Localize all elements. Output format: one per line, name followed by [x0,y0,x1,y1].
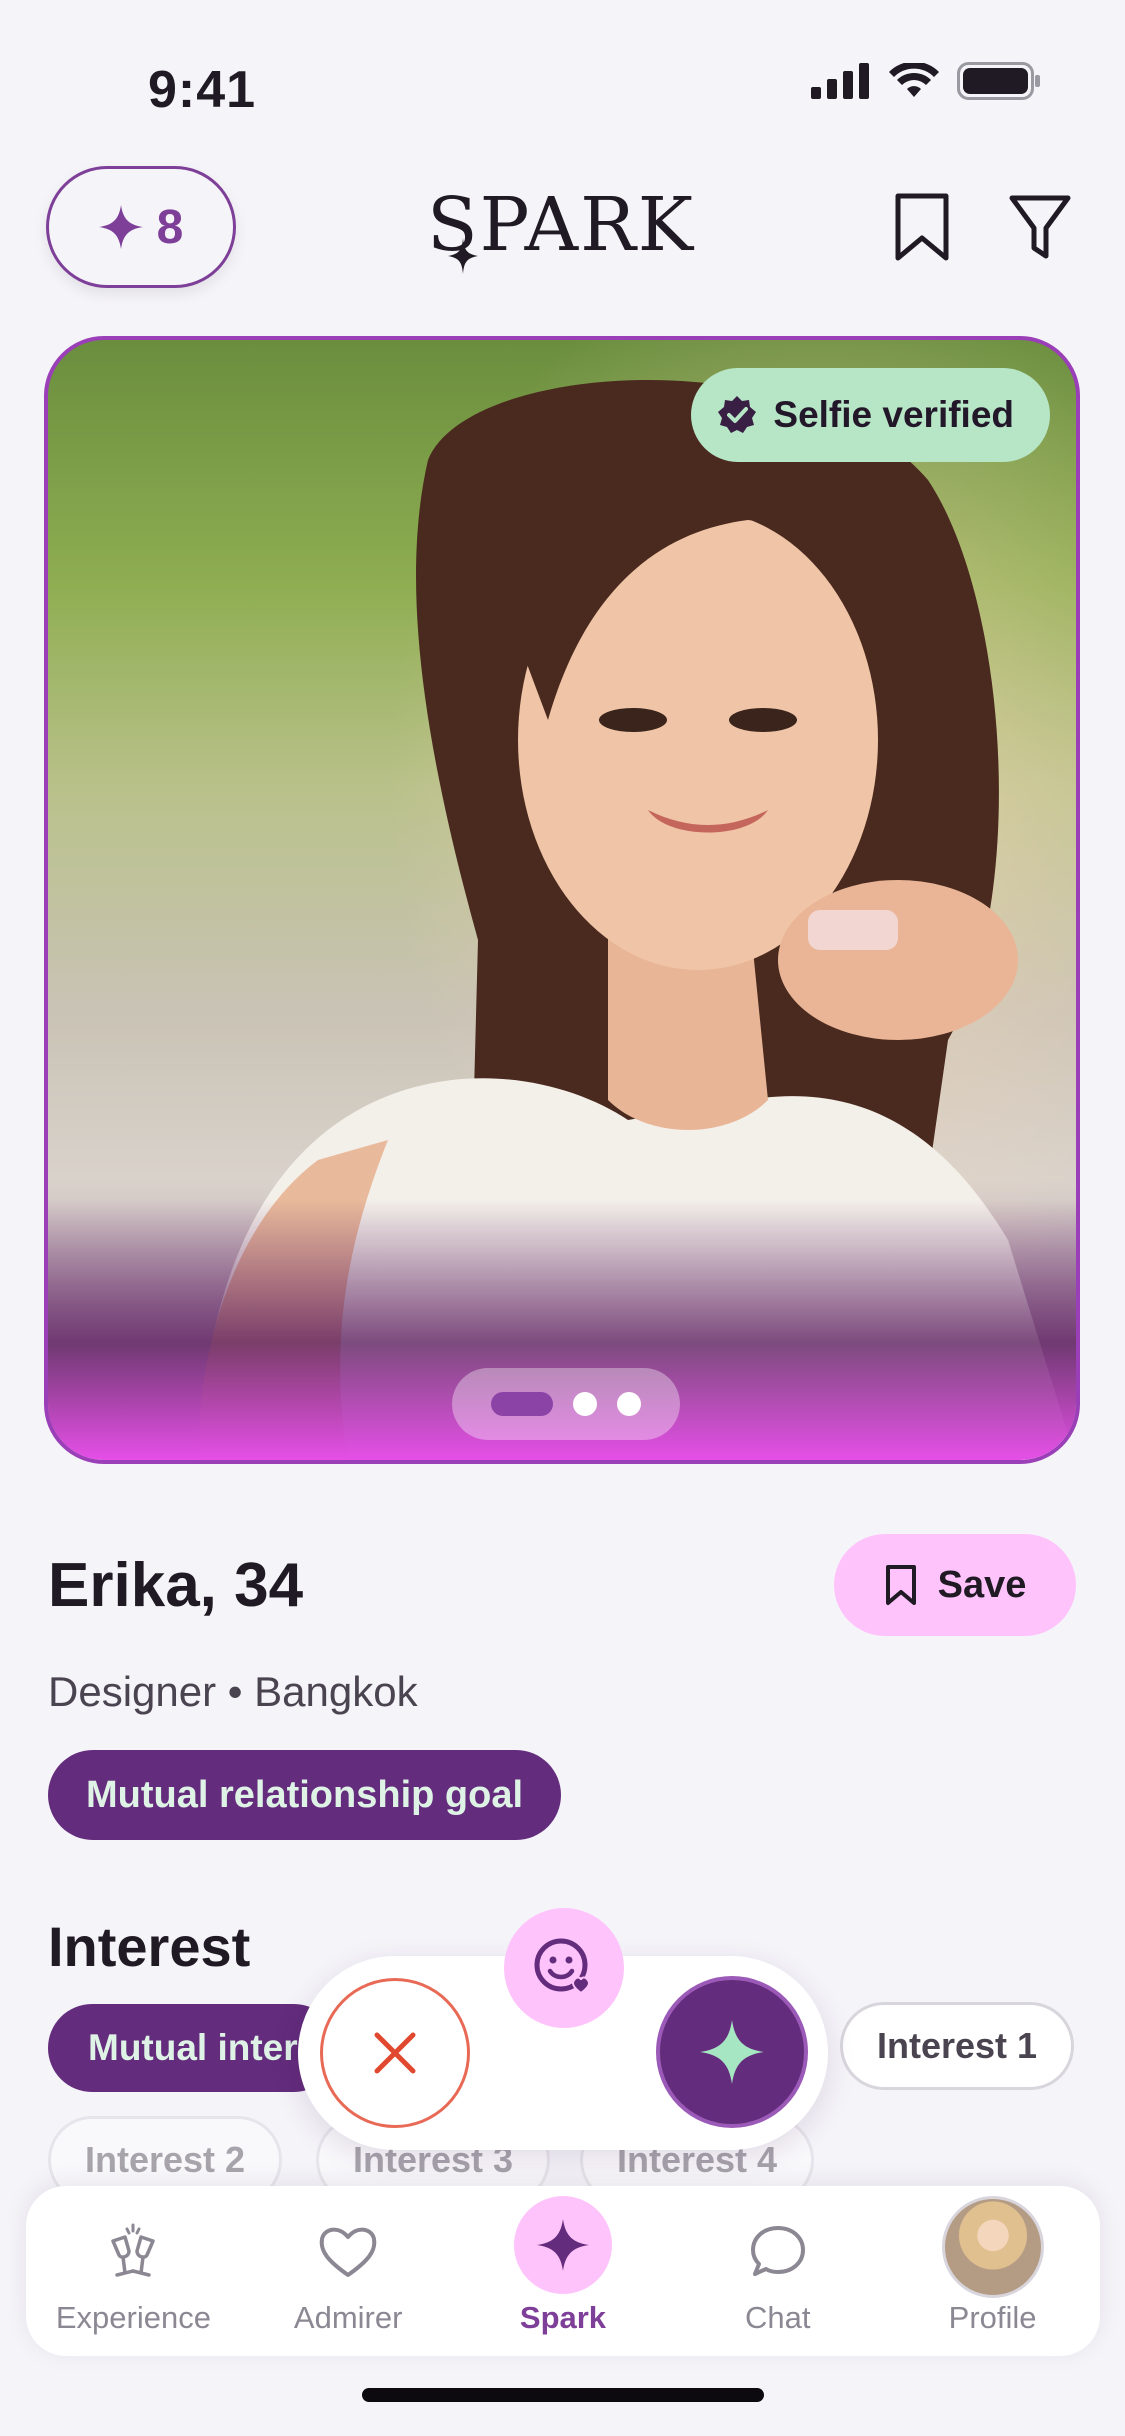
emoji-react-button[interactable] [504,1908,624,2028]
nav-label: Experience [55,2300,211,2335]
profile-photo-card[interactable]: Selfie verified [44,336,1080,1464]
selfie-verified-badge: Selfie verified [691,368,1050,462]
verified-badge-label: Selfie verified [773,394,1014,435]
nav-label: Spark [519,2300,607,2335]
save-button[interactable]: Save [834,1534,1076,1636]
occupation-location: Designer • Bangkok [48,1668,418,1715]
status-icons [811,62,1041,100]
nav-item-chat[interactable]: Chat [683,2186,873,2356]
photo-pager[interactable] [452,1368,680,1440]
nav-item-admirer[interactable]: Admirer [253,2186,443,2356]
wifi-icon [889,63,939,97]
spark-like-button[interactable] [656,1976,808,2128]
nav-label: Admirer [293,2300,403,2335]
nav-item-experience[interactable]: Experience [38,2186,228,2356]
chat-bubble-icon [743,2216,813,2286]
verified-badge-icon [718,396,757,433]
spark-count: 8 [156,200,184,254]
save-button-label: Save [937,1563,1027,1606]
bookmark-icon [885,1565,916,1605]
nav-label: Chat [745,2300,811,2335]
battery-icon [957,62,1040,100]
close-icon [374,2032,416,2074]
nav-label: Profile [948,2300,1037,2335]
pager-dot[interactable] [573,1392,597,1416]
spark-icon [700,2020,764,2084]
logo-sparkle-icon [448,238,478,274]
dismiss-button[interactable] [320,1978,470,2128]
spark-icon [528,2210,598,2280]
status-time: 9:41 [148,61,257,119]
interest-chip: Interest 1 [840,2002,1075,2090]
app-logo: SPARK [427,170,693,280]
spark-icon [98,205,143,249]
nav-item-spark[interactable]: Spark [468,2186,658,2356]
spark-balance-button[interactable]: 8 [46,166,236,288]
relationship-goal-chip: Mutual relationship goal [48,1750,562,1840]
pager-indicator-active[interactable] [491,1392,553,1416]
smile-heart-icon [534,1938,590,1995]
avatar [941,2196,1044,2298]
interest-heading: Interest [48,1915,251,1978]
signal-icon [811,63,869,99]
pager-dot[interactable] [617,1392,641,1416]
filter-icon[interactable] [1008,192,1072,262]
bottom-nav: Experience Admirer Spark Chat Profile [26,2186,1100,2356]
nav-item-profile[interactable]: Profile [898,2186,1088,2356]
heart-icon [313,2216,383,2286]
bookmark-icon[interactable] [890,192,954,262]
profile-name-age: Erika, 34 [48,1551,304,1620]
mutual-interest-chip: Mutual inter [48,2004,338,2092]
home-indicator [362,2388,764,2402]
cheers-icon [98,2216,168,2286]
